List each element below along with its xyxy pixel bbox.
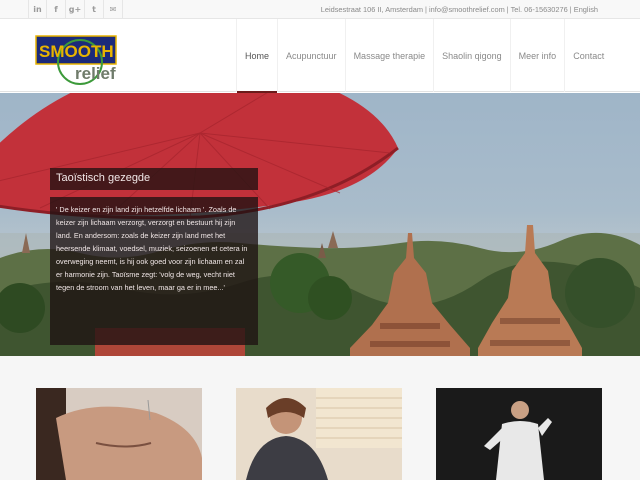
social-links: in f g+ t ✉	[28, 0, 123, 19]
card-massage-therapie[interactable]	[236, 388, 402, 480]
mail-icon[interactable]: ✉	[104, 0, 123, 19]
logo[interactable]: SMOOTH relief	[35, 27, 127, 87]
qigong-image	[436, 388, 602, 480]
nav-shaolin-qigong[interactable]: Shaolin qigong	[433, 19, 510, 92]
logo-word-relief: relief	[75, 64, 116, 83]
top-bar: in f g+ t ✉ Leidsestraat 106 II, Amsterd…	[0, 0, 640, 19]
acupuncture-image	[36, 388, 202, 480]
site-header: SMOOTH relief Home Acupunctuur Massage t…	[0, 19, 640, 93]
main-nav: Home Acupunctuur Massage therapie Shaoli…	[236, 19, 612, 93]
card-acupunctuur[interactable]	[36, 388, 202, 480]
twitter-icon[interactable]: t	[85, 0, 104, 19]
nav-meer-info[interactable]: Meer info	[509, 19, 565, 92]
card-shaolin-qigong[interactable]	[436, 388, 602, 480]
contact-info[interactable]: Leidsestraat 106 II, Amsterdam | info@sm…	[321, 5, 598, 14]
logo-word-smooth: SMOOTH	[39, 42, 114, 61]
nav-home[interactable]: Home	[236, 19, 278, 93]
nav-acupunctuur[interactable]: Acupunctuur	[277, 19, 345, 92]
nav-massage-therapie[interactable]: Massage therapie	[344, 19, 434, 92]
hero-banner: Taoïstisch gezegde ' De keizer en zijn l…	[0, 93, 640, 356]
massage-image	[236, 388, 402, 480]
linkedin-icon[interactable]: in	[28, 0, 47, 19]
facebook-icon[interactable]: f	[47, 0, 66, 19]
googleplus-icon[interactable]: g+	[66, 0, 85, 19]
hero-title: Taoïstisch gezegde	[50, 168, 258, 190]
service-cards	[0, 356, 640, 480]
hero-quote: ' De keizer en zijn land zijn hetzelfde …	[50, 197, 258, 345]
nav-contact[interactable]: Contact	[564, 19, 612, 92]
